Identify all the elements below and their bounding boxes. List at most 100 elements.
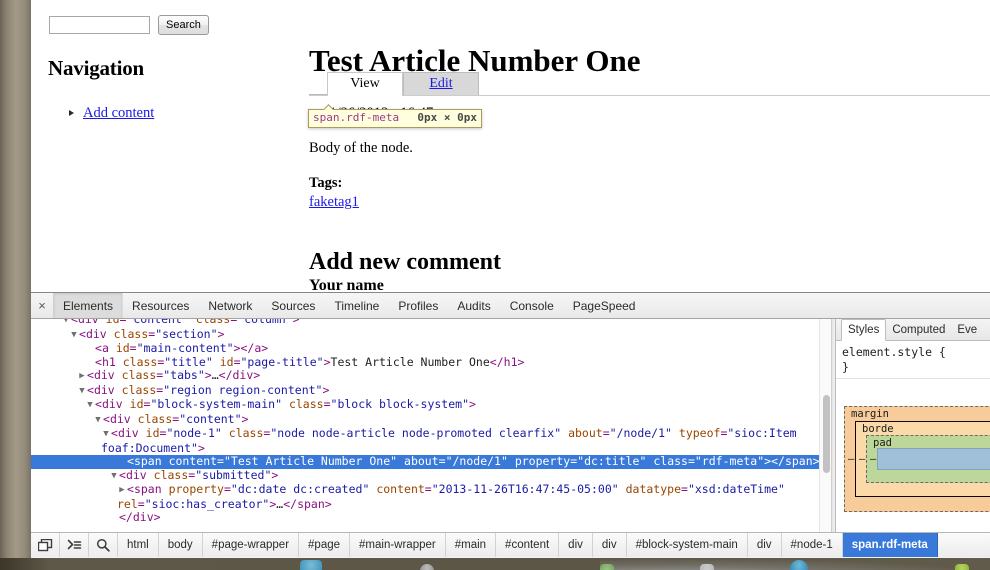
tag-link-faketag1[interactable]: faketag1 [309,194,359,210]
triangle-down-icon[interactable]: ▼ [109,470,119,484]
triangle-down-icon[interactable]: ▼ [85,399,95,413]
devtools-tab-timeline[interactable]: Timeline [325,293,389,318]
dom-tree-row[interactable]: ▶ <div class="tabs">…</div> [31,368,831,384]
dock-icon-app-gray[interactable] [420,564,434,570]
dom-token-val: "submitted" [195,467,272,482]
dom-tree-row[interactable]: ▼ <div class="submitted"> [31,467,831,484]
tab-edit[interactable]: Edit [403,72,479,95]
navigation-list: Add content [69,104,154,123]
dom-token-pun: > [261,341,269,355]
search-icon[interactable] [89,533,118,557]
triangle-down-icon[interactable]: ▼ [101,428,111,442]
breadcrumb-item-div[interactable]: div [559,533,593,557]
devtools-tab-pagespeed[interactable]: PageSpeed [564,293,646,318]
breadcrumb-item-html[interactable]: html [118,533,159,557]
dom-token-val: "content" [126,319,189,326]
breadcrumb-item-page[interactable]: #page [299,533,351,557]
devtools-tab-console[interactable]: Console [501,293,564,318]
dock-icon-finder[interactable] [300,560,322,570]
dock-icon-app-lime[interactable] [955,564,969,570]
breadcrumb-item-main[interactable]: #main [446,533,497,557]
styles-tab-computed[interactable]: Computed [886,319,951,340]
dom-token-attr: id [115,341,130,355]
dom-tree-scrollbar-thumb[interactable] [822,395,830,473]
dom-token-pun: > [469,397,476,411]
breadcrumb-item-page-wrapper[interactable]: #page-wrapper [203,533,300,557]
dom-token-sp [123,397,130,411]
dom-token-pun: > [217,326,225,341]
dom-token-sp [213,355,220,369]
dom-token-pun: > [204,368,212,382]
dom-tree-row[interactable]: ▼ <div class="region region-content"> [31,383,831,399]
close-icon[interactable]: × [31,293,54,318]
dom-token-attr: class [137,411,173,426]
dom-token-attr: class [121,368,157,382]
dom-tree-row[interactable]: ▶ <span property="dc:date dc:created" con… [31,482,831,511]
dom-tree-row[interactable]: ▼ <div id="node-1" class="node node-artic… [31,426,831,455]
dom-token-val: "/node/1" [445,454,508,468]
devtools-tabstrip: Elements Resources Network Sources Timeline P… [54,293,645,318]
dom-token-val: "block-system-main" [150,397,283,411]
elements-dom-tree-pane[interactable]: ▼ <div id="content" class="column"> ▼ <div … [31,319,831,532]
dom-tree-row[interactable]: ▼ <div id="block-system-main" class="bloc… [31,397,831,413]
triangle-down-icon[interactable]: ▼ [69,329,79,343]
devtools-tab-network[interactable]: Network [199,293,262,318]
dom-token-pun: > [323,354,331,369]
dock-to-window-icon[interactable] [31,533,60,557]
desktop-dock-strip [0,558,990,570]
breadcrumb-item-block-system-main[interactable]: #block-system-main [627,533,748,557]
dom-token-val: "dc:date dc:created" [230,482,370,496]
box-model-content[interactable] [877,448,990,470]
dom-tree-row[interactable]: ▼ <div class="section"> [31,326,831,343]
box-model-border-left-value[interactable]: – [859,453,865,465]
console-drawer-icon[interactable] [60,533,89,557]
breadcrumb-item-div[interactable]: div [593,533,627,557]
devtools-tab-elements[interactable]: Elements [54,293,124,318]
breadcrumb-item-body[interactable]: body [159,533,203,557]
search-button[interactable]: Search [158,15,209,35]
box-model-padding[interactable]: pad – [866,435,990,483]
dom-token-attr: typeof [678,426,721,440]
triangle-right-icon[interactable]: ▶ [117,484,127,498]
dom-tree-row[interactable]: <h1 class="title" id="page-title">Test A… [31,354,831,370]
styles-tab-eve[interactable]: Eve [951,319,983,340]
dom-token-pun: = [129,341,137,355]
breadcrumb-item-div[interactable]: div [748,533,782,557]
dom-tree-row[interactable]: <a id="main-content"></a> [31,341,831,356]
box-model-margin[interactable]: margin – borde – pad – [844,406,990,512]
dom-tree-scrollbar[interactable] [819,319,831,532]
triangle-down-icon[interactable]: ▼ [93,414,103,428]
dom-token-sp [139,426,146,440]
triangle-down-icon[interactable]: ▼ [61,319,71,328]
box-model-border[interactable]: borde – pad – [855,421,990,497]
devtools-tab-resources[interactable]: Resources [123,293,199,318]
dom-token-tag: div [117,426,139,440]
box-model-margin-left-value[interactable]: – [848,453,854,465]
devtools-tab-audits[interactable]: Audits [448,293,500,318]
nav-link-add-content[interactable]: Add content [83,105,154,121]
triangle-right-icon[interactable]: ▶ [77,370,87,384]
dom-token-pun: > [271,467,279,482]
dom-token-val: "dc:title" [577,454,647,468]
devtools-tab-profiles[interactable]: Profiles [389,293,448,318]
devtools-tab-sources[interactable]: Sources [262,293,325,318]
triangle-down-icon[interactable]: ▼ [77,385,87,399]
dom-tree-row[interactable]: </div> [31,510,831,525]
dom-tree-row-selected[interactable]: <span content="Test Article Number One" … [31,454,831,469]
breadcrumb-item-content[interactable]: #content [496,533,560,557]
breadcrumb-item-node-1[interactable]: #node-1 [782,533,843,557]
search-input[interactable] [49,16,150,34]
dom-token-pun: > [292,319,300,326]
box-model-padding-left-value[interactable]: – [870,453,876,465]
tab-view[interactable]: View [327,72,403,96]
dom-token-pun: = [217,454,224,468]
navigation-heading: Navigation [48,56,145,80]
page-main-region: Test Article Number One View Edit e, 11/… [261,0,990,292]
dom-token-val: "column" [237,319,293,326]
element-style-rule[interactable]: element.style { } [836,341,990,379]
breadcrumb-item-spanrdf-meta[interactable]: span.rdf-meta [842,533,938,557]
dom-tree-row[interactable]: ▼ <div class="content"> [31,411,831,428]
dom-token-val: "sioc:has_creator" [144,496,270,511]
styles-tab-styles[interactable]: Styles [841,319,887,341]
breadcrumb-item-main-wrapper[interactable]: #main-wrapper [350,533,446,557]
